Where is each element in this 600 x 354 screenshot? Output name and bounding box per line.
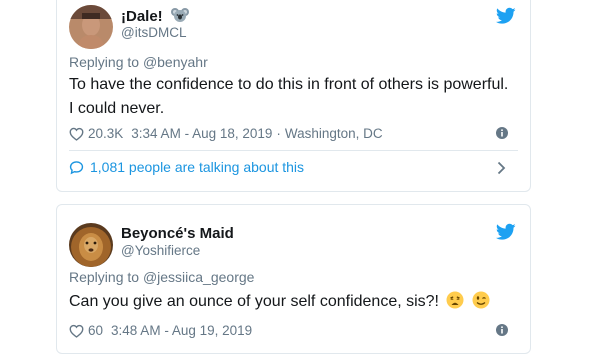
info-icon[interactable] [496,127,508,139]
weary-face-emoji [446,291,464,309]
tweet-text: To have the confidence to do this in fro… [69,76,509,117]
twitter-bird-icon[interactable] [496,223,516,241]
tweet-card[interactable]: ¡Dale! @itsDMCL Replying to @benyahr To … [56,0,531,192]
divider [69,150,518,151]
tweet-text: Can you give an ounce of your self confi… [69,290,516,314]
meta-separator: · [276,126,281,141]
like-count[interactable]: 60 [88,323,103,338]
replying-to-link[interactable]: @jessiica_george [143,269,255,285]
tweet-meta: 20.3K 3:34 AM - Aug 18, 2019 · Washingto… [69,126,516,141]
info-icon[interactable] [496,324,508,336]
replying-to: Replying to @benyahr [69,54,208,70]
avatar[interactable] [69,5,113,49]
winking-face-emoji [472,291,490,309]
replying-to-link[interactable]: @benyahr [143,54,208,70]
conversation-link[interactable]: 1,081 people are talking about this [69,159,516,175]
replying-to: Replying to @jessiica_george [69,269,255,285]
display-name[interactable]: Beyoncé's Maid [121,225,234,242]
tweet-timestamp[interactable]: 3:48 AM - Aug 19, 2019 [111,323,252,338]
koala-emoji [170,8,189,22]
tweet-meta: 60 3:48 AM - Aug 19, 2019 [69,323,516,338]
talking-count[interactable]: 1,081 people are talking about this [90,159,304,175]
tweet-card[interactable]: Beyoncé's Maid @Yoshifierce Replying to … [56,204,531,354]
like-count[interactable]: 20.3K [88,126,123,141]
tweet-timestamp[interactable]: 3:34 AM - Aug 18, 2019 [131,126,272,141]
user-handle[interactable]: @itsDMCL [121,25,186,40]
display-name[interactable]: ¡Dale! [121,6,189,25]
avatar[interactable] [69,223,113,267]
chevron-right-icon[interactable] [497,161,506,175]
reply-bubble-icon [69,160,84,174]
twitter-bird-icon[interactable] [496,7,516,25]
heart-icon[interactable] [69,127,84,141]
heart-icon[interactable] [69,324,84,338]
user-handle[interactable]: @Yoshifierce [121,243,200,258]
tweet-location[interactable]: Washington, DC [285,126,383,141]
